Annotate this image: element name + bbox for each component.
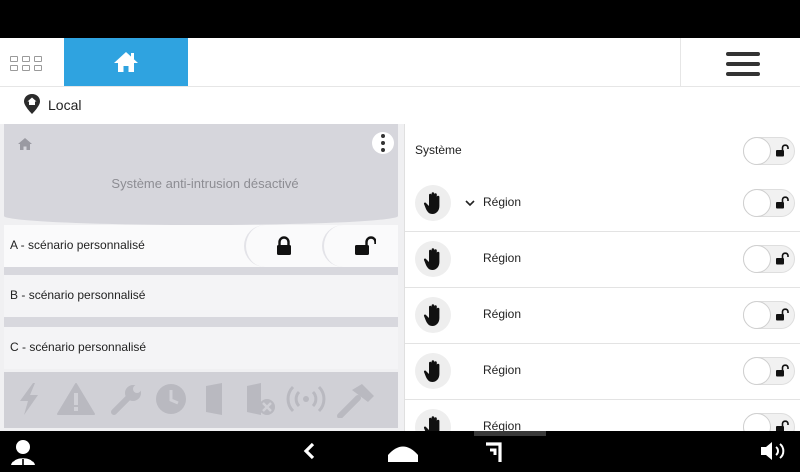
door-icon [206,383,222,415]
region-toggle[interactable] [743,413,795,431]
hammer-icon [337,384,374,418]
region-toggle[interactable] [743,189,795,217]
scenario-row-b[interactable]: B - scénario personnalisé [4,275,398,317]
lock-open-icon [776,420,789,431]
system-status-icons [4,372,398,428]
region-label: Région [483,251,522,265]
scenario-label: scénario personnalisé [28,238,145,252]
location-label: Local [48,97,82,113]
system-label: Système [415,143,462,157]
hand-icon [415,297,451,333]
alarm-panel: Système anti-intrusion désactivé A - scé… [0,124,404,431]
region-label: Région [483,307,522,321]
scenario-letter: A [10,238,18,252]
region-toggle[interactable] [743,301,795,329]
hand-icon [415,409,451,431]
scenario-label: scénario personnalisé [29,340,147,354]
lock-closed-icon [277,236,291,255]
hamburger-menu-icon[interactable] [726,52,760,76]
divider [4,317,398,327]
header-divider [680,38,681,86]
location-pin-icon [24,94,40,114]
clock-icon [156,384,186,414]
arm-button[interactable] [244,225,320,267]
system-row: Système [405,124,800,177]
scenario-letter: C [10,340,19,354]
lock-open-icon [776,144,789,157]
tab-home[interactable] [64,38,188,86]
region-row[interactable]: Région [405,400,800,431]
lock-open-icon [776,308,789,321]
lightning-icon [20,383,38,415]
region-row[interactable]: Région [405,288,800,344]
region-label: Région [483,363,522,377]
more-options-icon[interactable] [372,132,394,154]
location-bar: Local [0,87,800,124]
hand-icon [415,185,451,221]
assistant-avatar-icon[interactable] [8,437,38,467]
chevron-down-icon[interactable] [465,200,475,207]
scenario-row-a[interactable]: A - scénario personnalisé [4,225,398,267]
region-row[interactable]: Région [405,344,800,400]
region-label: Région [483,419,522,431]
warning-icon [57,383,95,415]
wrench-icon [111,385,141,415]
region-row[interactable]: Région [405,232,800,288]
scenario-label: scénario personnalisé [28,288,146,302]
apps-grid-icon[interactable] [8,48,44,78]
nav-indicator [474,431,546,436]
home-small-icon[interactable] [18,138,32,150]
hand-icon [415,241,451,277]
lock-open-icon [776,196,789,209]
region-row[interactable]: Région [405,176,800,232]
volume-icon[interactable] [760,441,790,461]
home-icon [114,52,138,72]
navigation-bar [0,431,800,472]
region-toggle[interactable] [743,357,795,385]
regions-panel: Système Région Région Région Région Régi… [404,124,800,431]
door-blocked-icon [247,383,275,415]
divider [4,267,398,275]
system-toggle[interactable] [743,137,795,165]
back-icon[interactable] [302,442,316,460]
lock-open-icon [776,364,789,377]
disarm-button[interactable] [322,225,400,267]
app-header [0,38,800,87]
scenario-row-c[interactable]: C - scénario personnalisé [4,327,398,369]
alarm-status-text: Système anti-intrusion désactivé [111,176,299,191]
hand-icon [415,353,451,389]
home-nav-icon[interactable] [386,442,420,464]
alarm-status-area: Système anti-intrusion désactivé [4,124,398,225]
scenario-letter: B [10,288,19,302]
region-toggle[interactable] [743,245,795,273]
status-bar [0,0,800,38]
wireless-icon [286,385,326,413]
lock-open-icon [776,252,789,265]
lock-open-icon [355,236,376,255]
recent-apps-icon[interactable] [484,440,506,464]
region-label: Région [483,195,522,209]
